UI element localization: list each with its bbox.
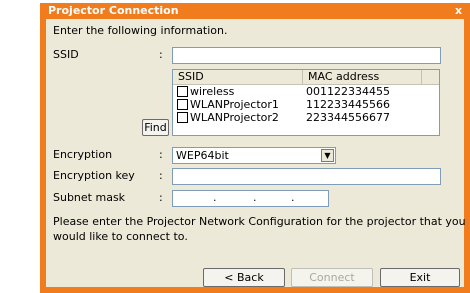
checkbox[interactable] (177, 86, 188, 97)
intro-text: Enter the following information. (53, 24, 228, 37)
subnet-mask-dot: . (291, 191, 295, 204)
find-button[interactable]: Find (142, 119, 169, 136)
encryption-key-label: Encryption key (53, 169, 135, 182)
subnet-mask-dot: . (213, 191, 217, 204)
list-item[interactable]: WLANProjector1 112233445566 (173, 98, 439, 111)
column-header-mac[interactable]: MAC address (303, 70, 422, 84)
subnet-mask-input[interactable]: . . . (172, 190, 329, 207)
ssid-colon: : (159, 48, 163, 61)
window-title: Projector Connection (48, 4, 179, 17)
ssid-label: SSID (53, 48, 79, 61)
list-item-mac: 112233445566 (306, 98, 390, 111)
back-button[interactable]: < Back (203, 268, 285, 287)
subnet-mask-dot: . (253, 191, 257, 204)
chevron-down-icon[interactable]: ▼ (321, 149, 334, 162)
subnet-mask-colon: : (159, 191, 163, 204)
connect-button[interactable]: Connect (291, 268, 373, 287)
encryption-selected-value: WEP64bit (176, 149, 229, 162)
encryption-key-input[interactable] (172, 168, 441, 185)
list-item-mac: 223344556677 (306, 111, 390, 124)
list-item[interactable]: wireless 001122334455 (173, 85, 439, 98)
encryption-label: Encryption (53, 148, 113, 161)
ssid-list-header: SSID MAC address (173, 70, 439, 85)
list-item-ssid: WLANProjector2 (190, 111, 279, 124)
encryption-key-colon: : (159, 169, 163, 182)
dialog-body: Enter the following information. SSID : … (46, 19, 466, 287)
checkbox[interactable] (177, 99, 188, 110)
instruction-text-continued: would like to connect to. (53, 230, 188, 243)
title-bar: Projector Connection x (40, 3, 470, 18)
subnet-mask-label: Subnet mask (53, 191, 126, 204)
checkbox[interactable] (177, 112, 188, 123)
encryption-colon: : (159, 148, 163, 161)
exit-button[interactable]: Exit (380, 268, 460, 287)
ssid-list[interactable]: SSID MAC address wireless 001122334455 W… (172, 69, 440, 136)
list-item[interactable]: WLANProjector2 223344556677 (173, 111, 439, 124)
projector-connection-window: Projector Connection x Enter the followi… (40, 3, 470, 293)
list-item-mac: 001122334455 (306, 85, 390, 98)
list-item-ssid: WLANProjector1 (190, 98, 279, 111)
encryption-select[interactable]: WEP64bit ▼ (172, 147, 336, 164)
instruction-text: Please enter the Projector Network Confi… (53, 215, 466, 228)
close-icon[interactable]: x (452, 4, 465, 17)
column-header-ssid[interactable]: SSID (173, 70, 303, 84)
ssid-input[interactable] (172, 47, 441, 64)
list-item-ssid: wireless (190, 85, 235, 98)
